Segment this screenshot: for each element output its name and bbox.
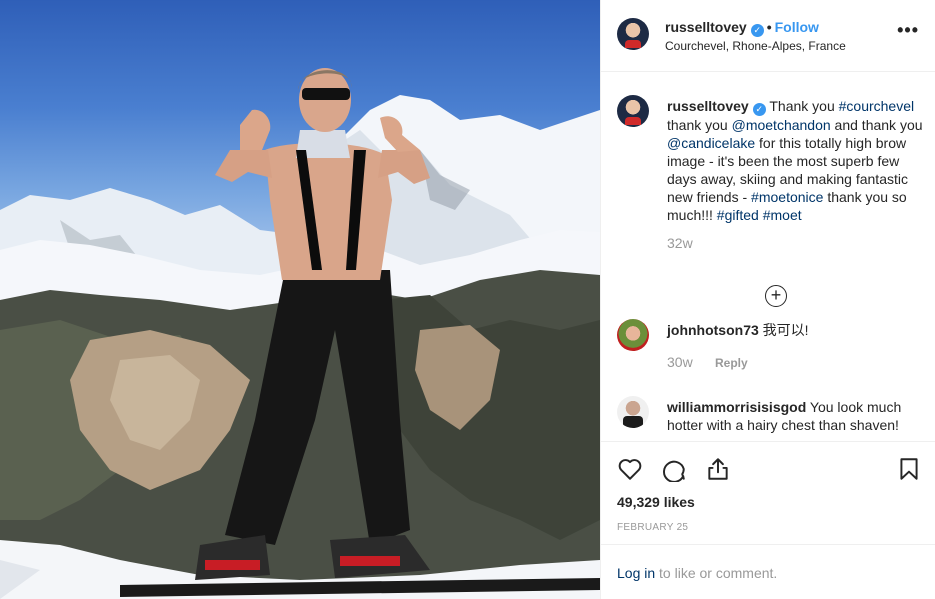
caption-username[interactable]: russelltovey: [667, 98, 749, 114]
caption-text-fragment: and thank you: [830, 117, 923, 133]
verified-badge-icon: ✓: [750, 24, 764, 37]
follow-button[interactable]: Follow: [775, 19, 819, 35]
post-header: russelltovey ✓ • Follow Courchevel, Rhone-A…: [601, 0, 935, 72]
comment-text: johnhotson73 我可以!: [667, 321, 927, 339]
comment-text: williammorrisisisgod You look much hotte…: [667, 398, 927, 434]
mention-link[interactable]: @candicelake: [667, 135, 755, 151]
caption-verified-icon: ✓: [752, 103, 766, 116]
caption-text: russelltovey ✓ Thank you #courchevel than…: [667, 97, 927, 224]
login-prompt-text: Log in to like or comment.: [617, 565, 777, 581]
reply-button[interactable]: Reply: [715, 356, 748, 370]
login-link[interactable]: Log in: [617, 565, 655, 581]
likes-count[interactable]: 49,329 likes: [617, 494, 695, 510]
bookmark-icon[interactable]: [896, 456, 922, 482]
login-prompt: Log in to like or comment.: [601, 544, 935, 599]
commenter-avatar[interactable]: [617, 396, 649, 428]
hashtag-link[interactable]: #courchevel: [839, 98, 915, 114]
post-actions: 49,329 likes FEBRUARY 25: [601, 441, 935, 551]
share-icon[interactable]: [705, 456, 731, 482]
post-date: FEBRUARY 25: [617, 522, 689, 533]
hashtag-link[interactable]: #moet: [763, 207, 802, 223]
caption-timestamp: 32w: [667, 235, 693, 251]
hashtag-link[interactable]: #moetonice: [751, 189, 823, 205]
comment-icon[interactable]: [661, 456, 687, 482]
author-avatar[interactable]: [617, 18, 649, 50]
login-suffix: to like or comment.: [655, 565, 778, 581]
commenter-avatar[interactable]: [617, 319, 649, 351]
caption-text-fragment: thank you: [667, 117, 732, 133]
comments-list[interactable]: russelltovey ✓ Thank you #courchevel than…: [601, 73, 935, 440]
post-photo[interactable]: [0, 0, 600, 599]
caption-text-fragment: Thank you: [769, 98, 839, 114]
post-location[interactable]: Courchevel, Rhone-Alpes, France: [665, 39, 846, 53]
mention-link[interactable]: @moetchandon: [732, 117, 831, 133]
separator-dot: •: [766, 19, 772, 35]
author-username-row: russelltovey ✓ • Follow: [665, 19, 819, 37]
commenter-username[interactable]: williammorrisisisgod: [667, 399, 806, 415]
author-username[interactable]: russelltovey: [665, 19, 747, 35]
photo-image: [0, 68, 600, 599]
hashtag-link[interactable]: #gifted: [717, 207, 759, 223]
caption-avatar[interactable]: [617, 95, 649, 127]
commenter-username[interactable]: johnhotson73: [667, 322, 759, 338]
more-options-icon[interactable]: •••: [897, 20, 919, 41]
caption-body: Thank you #courchevel thank you @moetcha…: [667, 98, 923, 223]
comment-timestamp: 30w: [667, 354, 693, 370]
load-more-comments-icon[interactable]: +: [765, 285, 787, 307]
post-side-panel: russelltovey ✓ • Follow Courchevel, Rhone-A…: [600, 0, 935, 599]
heart-icon[interactable]: [617, 456, 643, 482]
comment-body: 我可以!: [762, 322, 809, 338]
